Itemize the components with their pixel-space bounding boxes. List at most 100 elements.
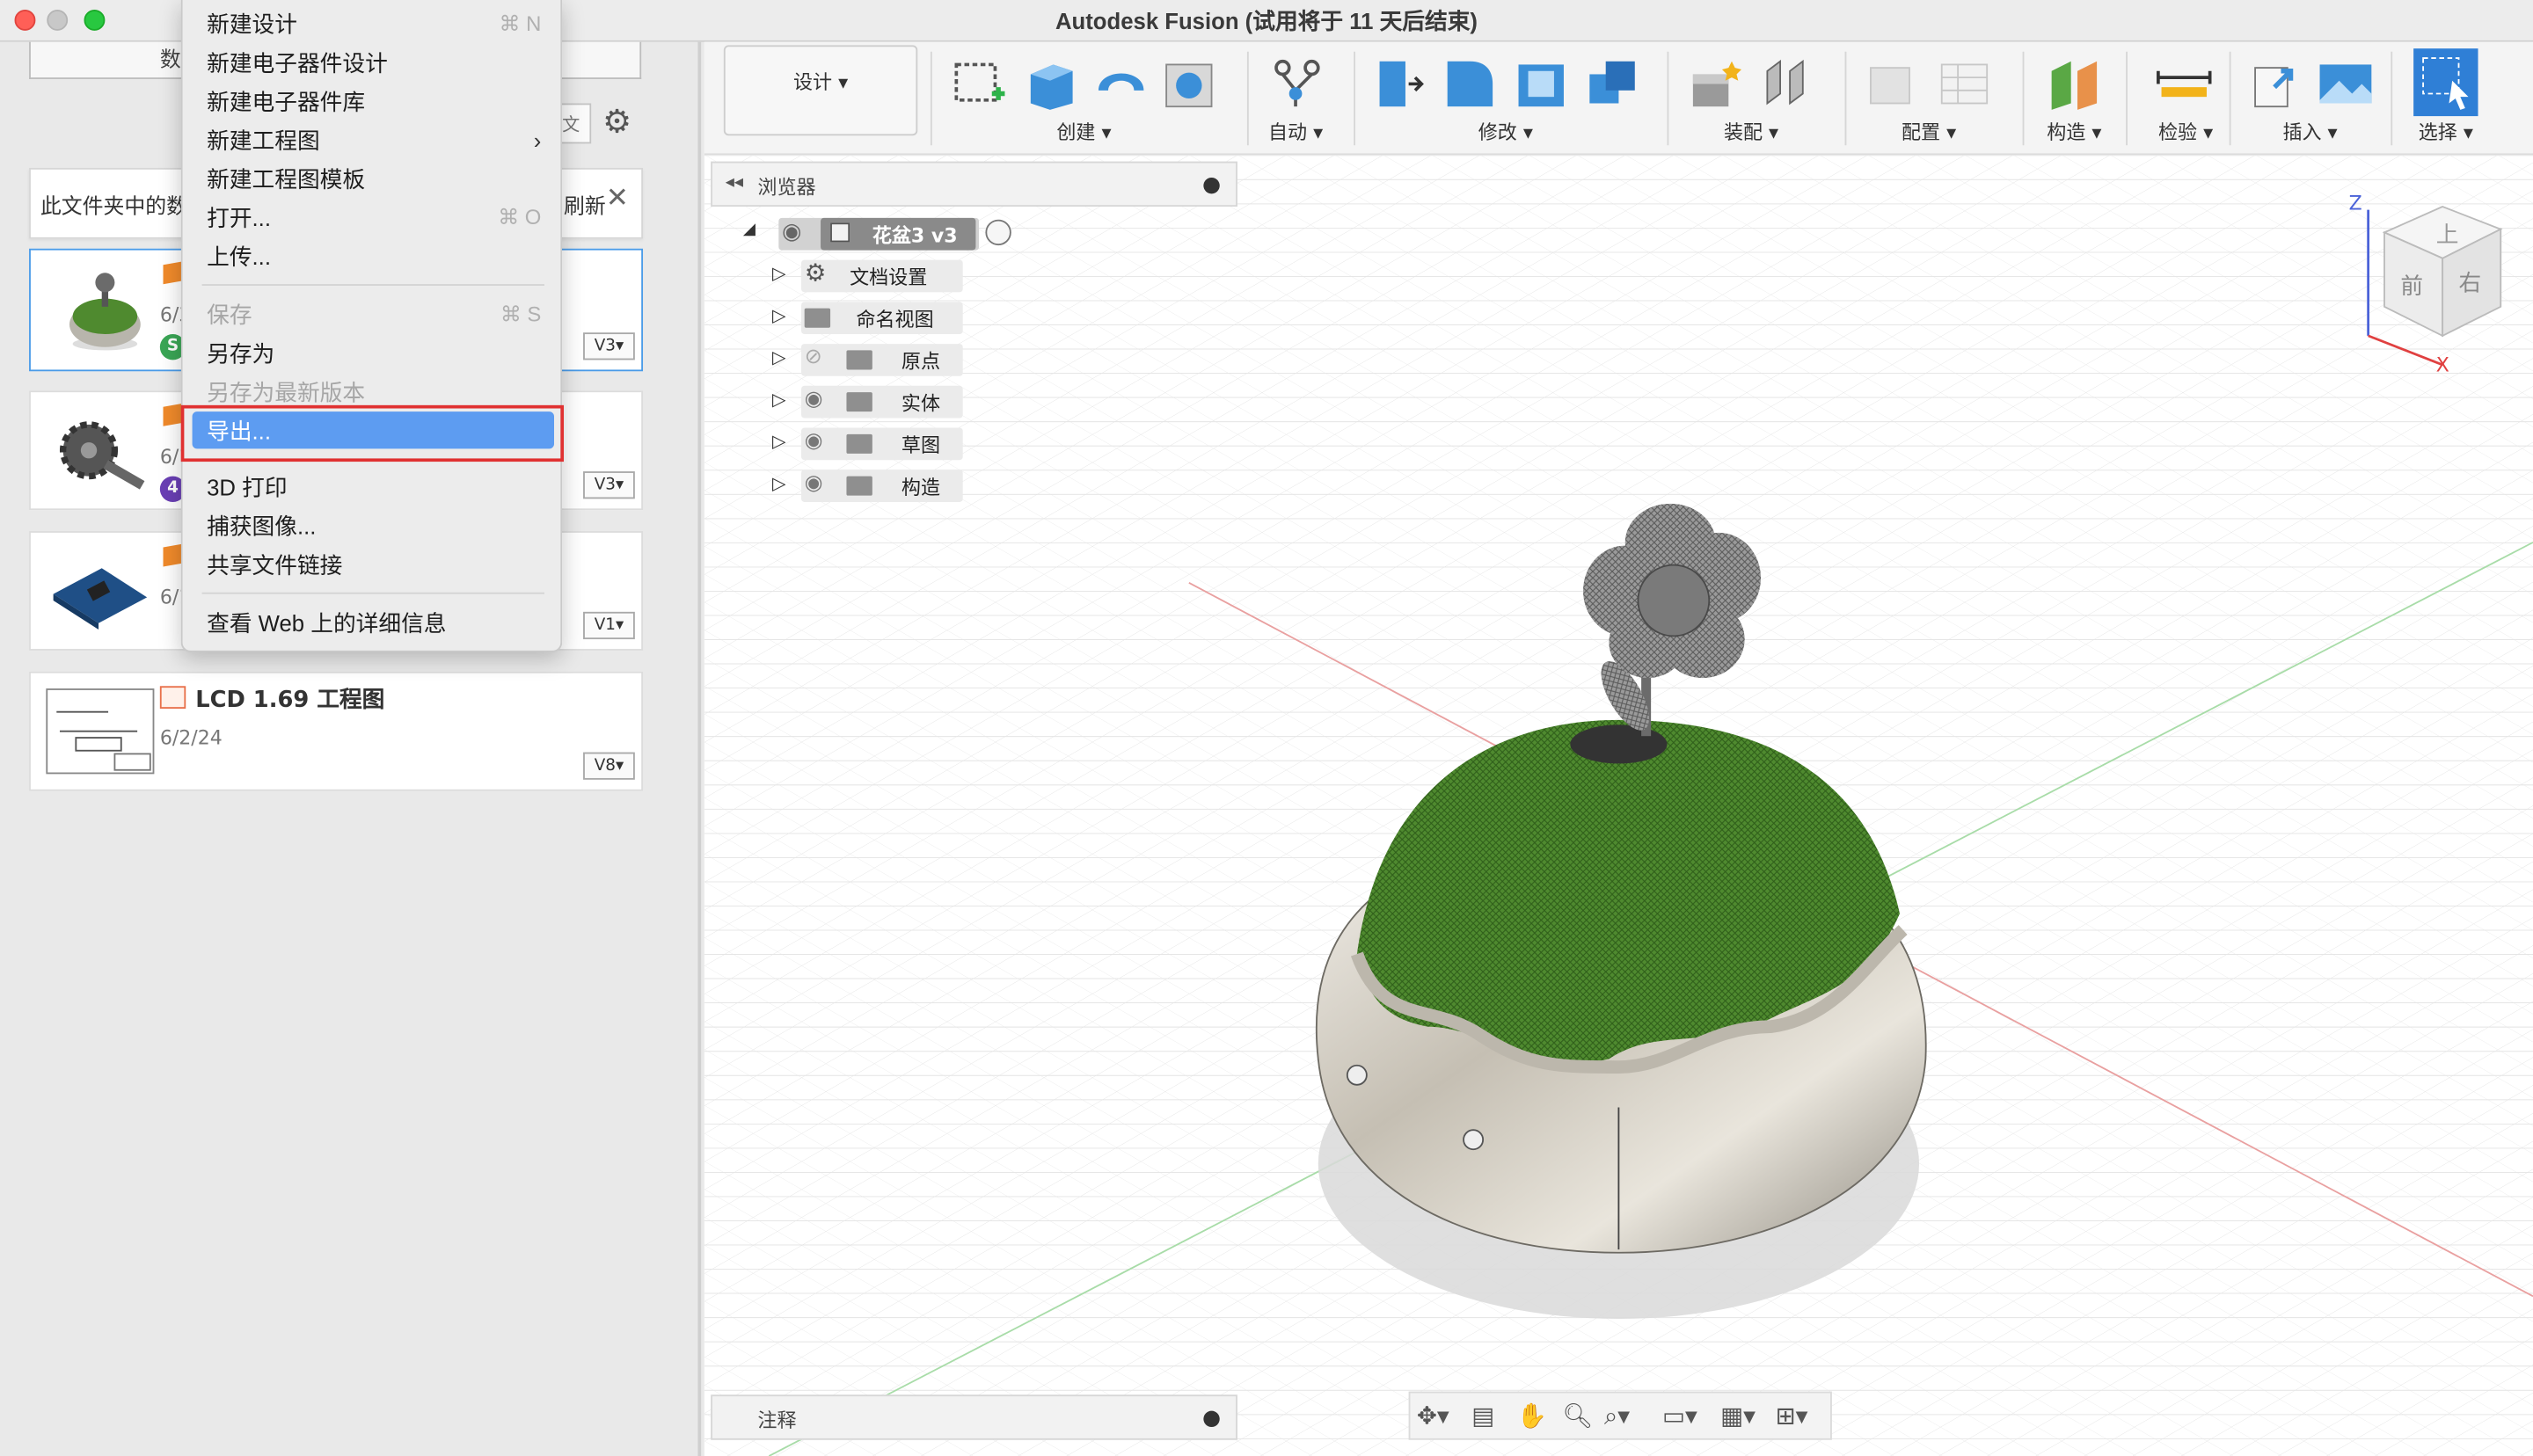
tree-node-label: 原点 — [901, 350, 941, 374]
configure-group[interactable]: 配置 ▾ — [1855, 48, 2004, 149]
menu-item-new-design[interactable]: 新建设计 ⌘ N — [183, 5, 564, 44]
menu-item-new-electronics-design[interactable]: 新建电子器件设计 — [183, 44, 564, 83]
expand-arrow-icon[interactable]: ▷ — [772, 431, 786, 452]
collapse-panel-icon[interactable]: ◂◂ — [726, 171, 743, 193]
browser-panel-header[interactable]: ◂◂ 浏览器 — [711, 161, 1237, 207]
chevron-right-icon: › — [533, 127, 542, 154]
grid-settings-icon[interactable]: ▦▾ — [1720, 1401, 1756, 1431]
eye-hidden-icon[interactable]: ⊘ — [805, 346, 822, 370]
inspect-group[interactable]: 检验 ▾ — [2135, 48, 2236, 149]
assemble-group[interactable]: 装配 ▾ — [1677, 48, 1826, 149]
revolve-icon[interactable] — [1092, 55, 1150, 113]
look-at-icon[interactable]: ▤ — [1471, 1401, 1494, 1431]
measure-icon[interactable] — [2155, 55, 2213, 113]
browser-root-node[interactable]: ◢ ◉ 花盆3 v3 — [737, 216, 1060, 251]
browser-tree-node[interactable]: ▷ ◉ 构造 — [769, 468, 1060, 503]
select-group-label: 选择 ▾ — [2418, 120, 2473, 144]
activate-radio-icon[interactable] — [985, 219, 1011, 246]
offset-plane-icon[interactable] — [2045, 55, 2103, 113]
automate-group[interactable]: 自动 ▾ — [1257, 48, 1334, 149]
minimize-panel-icon[interactable] — [1203, 177, 1220, 194]
menu-item-new-drawing-template[interactable]: 新建工程图模板 — [183, 160, 564, 199]
sketch-icon[interactable] — [950, 55, 1008, 113]
viewcube-front-label[interactable]: 前 — [2400, 273, 2423, 300]
expand-arrow-icon[interactable]: ▷ — [772, 347, 786, 368]
new-component-icon[interactable] — [1687, 55, 1745, 113]
menu-item-label: 新建工程图 — [207, 127, 320, 154]
modify-group[interactable]: 修改 ▾ — [1363, 48, 1647, 149]
viewports-icon[interactable]: ⊞▾ — [1776, 1401, 1808, 1431]
axis-z-label: Z — [2349, 193, 2362, 215]
menu-item-view-details-on-web[interactable]: 查看 Web 上的详细信息 — [183, 604, 564, 643]
version-dropdown[interactable]: V1▾ — [583, 611, 635, 640]
expand-arrow-icon[interactable]: ▷ — [772, 389, 786, 410]
gear-icon[interactable]: ⚙ — [602, 104, 638, 139]
eye-icon[interactable]: ◉ — [805, 471, 823, 496]
press-pull-icon[interactable] — [1370, 55, 1428, 113]
hole-icon[interactable] — [1160, 55, 1218, 113]
shell-icon[interactable] — [1512, 55, 1570, 113]
eye-icon[interactable]: ◉ — [782, 220, 801, 245]
insert-group[interactable]: 插入 ▾ — [2239, 48, 2382, 149]
minimize-window-button[interactable] — [47, 10, 69, 31]
browser-tree-node[interactable]: ▷ ⚙ 文档设置 — [769, 258, 1060, 294]
expand-arrow-icon[interactable]: ▷ — [772, 305, 786, 326]
workspace-switcher[interactable]: 设计 ▾ — [723, 45, 918, 136]
insert-image-icon[interactable] — [2317, 55, 2375, 113]
browser-tree-node[interactable]: ▷ ◉ 草图 — [769, 426, 1060, 462]
browser-tree-node[interactable]: ▷ ⊘ 原点 — [769, 342, 1060, 377]
menu-item-save-as[interactable]: 另存为 — [183, 334, 564, 373]
insert-derive-icon[interactable] — [2245, 55, 2303, 113]
folder-icon — [804, 308, 831, 328]
create-group-label: 创建 ▾ — [1056, 120, 1112, 144]
eye-icon[interactable]: ◉ — [805, 429, 823, 454]
version-dropdown[interactable]: V3▾ — [583, 332, 635, 360]
create-group[interactable]: 创建 ▾ — [940, 48, 1228, 149]
zoom-window-button[interactable] — [84, 10, 106, 31]
combine-icon[interactable] — [1583, 55, 1641, 113]
expand-arrow-icon[interactable]: ▷ — [772, 263, 786, 284]
version-dropdown[interactable]: V8▾ — [583, 752, 635, 780]
info-refresh-link[interactable]: 刷新 — [564, 189, 606, 220]
menu-item-3d-print[interactable]: 3D 打印 — [183, 468, 564, 506]
version-dropdown[interactable]: V3▾ — [583, 471, 635, 499]
orbit-icon[interactable]: ✥▾ — [1417, 1401, 1449, 1431]
zoom-icon[interactable]: 🔍︎ — [1562, 1401, 1593, 1431]
file-card[interactable]: LCD 1.69 工程图 6/2/24 V8▾ — [29, 671, 644, 791]
eye-icon[interactable]: ◉ — [805, 388, 823, 412]
close-window-button[interactable] — [14, 10, 36, 31]
browser-tree-node[interactable]: ▷ 命名视图 — [769, 300, 1060, 335]
select-group[interactable]: 选择 ▾ — [2400, 48, 2491, 149]
gear-icon: ⚙ — [804, 258, 827, 288]
folder-icon — [846, 392, 872, 412]
configuration-table-icon[interactable] — [1935, 55, 1993, 113]
joint-icon[interactable] — [1757, 55, 1815, 113]
menu-item-new-electronics-library[interactable]: 新建电子器件库 — [183, 83, 564, 121]
fillet-icon[interactable] — [1441, 55, 1499, 113]
select-icon[interactable] — [2413, 48, 2478, 117]
viewcube[interactable]: 上 前 右 Z X — [2336, 191, 2517, 382]
viewcube-top-label[interactable]: 上 — [2436, 222, 2459, 248]
menu-item-capture-image[interactable]: 捕获图像... — [183, 507, 564, 546]
fit-icon[interactable]: ⌕▾ — [1604, 1401, 1630, 1431]
menu-item-new-drawing[interactable]: 新建工程图 › — [183, 121, 564, 160]
browser-tree-node[interactable]: ▷ ◉ 实体 — [769, 384, 1060, 419]
close-icon[interactable]: ✕ — [606, 182, 629, 215]
expand-arrow-icon[interactable]: ▷ — [772, 473, 786, 494]
menu-item-share-link[interactable]: 共享文件链接 — [183, 546, 564, 585]
menu-item-open[interactable]: 打开... ⌘ O — [183, 199, 564, 237]
collapse-arrow-icon[interactable]: ◢ — [743, 222, 756, 239]
file-date: 6/2/24 — [159, 726, 223, 749]
menu-item-upload[interactable]: 上传... — [183, 237, 564, 276]
pan-icon[interactable]: ✋ — [1517, 1401, 1547, 1431]
extrude-icon[interactable] — [1021, 55, 1079, 113]
construct-group[interactable]: 构造 ▾ — [2033, 48, 2117, 149]
menu-item-shortcut: ⌘ N — [499, 11, 542, 36]
automate-icon[interactable] — [1266, 55, 1325, 113]
display-settings-icon[interactable]: ▭▾ — [1662, 1401, 1697, 1431]
viewcube-right-label[interactable]: 右 — [2459, 270, 2482, 296]
annotations-panel-header[interactable]: 注释 — [711, 1394, 1237, 1440]
fusion-app-window: Autodesk Fusion (试用将于 11 天后结束) 数 文 ⚙ 此文件… — [0, 0, 2533, 1456]
expand-panel-icon[interactable] — [1203, 1410, 1220, 1428]
configure-icon[interactable] — [1865, 55, 1923, 113]
